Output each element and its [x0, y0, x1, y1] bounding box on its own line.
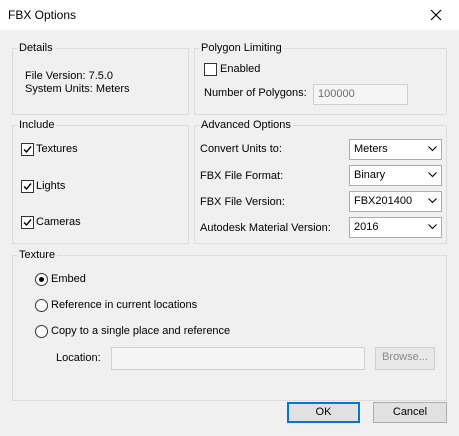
cancel-button[interactable]: Cancel	[373, 402, 447, 423]
reference-current-radio[interactable]	[35, 299, 48, 312]
texture-legend: Texture	[19, 249, 56, 261]
convert-units-label: Convert Units to:	[200, 143, 282, 155]
fbx-file-version-label: FBX File Version:	[200, 196, 285, 208]
textures-label[interactable]: Textures	[36, 143, 78, 155]
check-icon	[23, 183, 32, 191]
advanced-options-legend: Advanced Options	[201, 119, 291, 131]
embed-radio[interactable]	[35, 273, 48, 286]
dialog-body: Details File Version: 7.5.0 System Units…	[0, 30, 459, 436]
radio-selected-dot	[39, 277, 44, 282]
convert-units-value: Meters	[354, 143, 388, 155]
reference-current-label[interactable]: Reference in current locations	[51, 299, 197, 311]
fbx-file-version-value: FBX201400	[354, 195, 413, 207]
chevron-down-icon	[428, 172, 437, 178]
material-version-value: 2016	[354, 221, 379, 233]
material-version-select[interactable]: 2016	[349, 217, 442, 238]
location-label: Location:	[56, 352, 101, 364]
details-legend: Details	[19, 42, 53, 54]
copy-single-place-label[interactable]: Copy to a single place and reference	[51, 325, 230, 337]
system-units-text: System Units: Meters	[25, 83, 130, 95]
lights-checkbox[interactable]	[21, 180, 34, 193]
browse-button[interactable]: Browse...	[375, 347, 435, 370]
num-polygons-label: Number of Polygons:	[204, 87, 307, 99]
window-title: FBX Options	[8, 8, 77, 22]
ok-button[interactable]: OK	[287, 402, 360, 423]
polygon-limiting-legend: Polygon Limiting	[201, 42, 282, 54]
fbx-file-version-select[interactable]: FBX201400	[349, 191, 442, 212]
chevron-down-icon	[428, 198, 437, 204]
cameras-label[interactable]: Cameras	[36, 216, 81, 228]
cameras-checkbox[interactable]	[21, 216, 34, 229]
check-icon	[23, 146, 32, 154]
convert-units-select[interactable]: Meters	[349, 139, 442, 160]
fbx-file-format-value: Binary	[354, 169, 386, 181]
enabled-label[interactable]: Enabled	[220, 63, 260, 75]
close-button[interactable]	[413, 0, 459, 30]
material-version-label: Autodesk Material Version:	[200, 222, 331, 234]
close-icon	[430, 9, 442, 21]
copy-single-place-radio[interactable]	[35, 325, 48, 338]
title-bar: FBX Options	[0, 0, 459, 30]
chevron-down-icon	[428, 224, 437, 230]
location-input[interactable]	[111, 347, 365, 370]
include-legend: Include	[19, 119, 55, 131]
num-polygons-input[interactable]: 100000	[313, 84, 408, 105]
chevron-down-icon	[428, 146, 437, 152]
textures-checkbox[interactable]	[21, 143, 34, 156]
file-version-text: File Version: 7.5.0	[25, 70, 114, 82]
fbx-file-format-label: FBX File Format:	[200, 170, 284, 182]
enabled-checkbox[interactable]	[204, 63, 217, 76]
check-icon	[23, 219, 32, 227]
fbx-file-format-select[interactable]: Binary	[349, 165, 442, 186]
lights-label[interactable]: Lights	[36, 180, 65, 192]
embed-label[interactable]: Embed	[51, 273, 86, 285]
